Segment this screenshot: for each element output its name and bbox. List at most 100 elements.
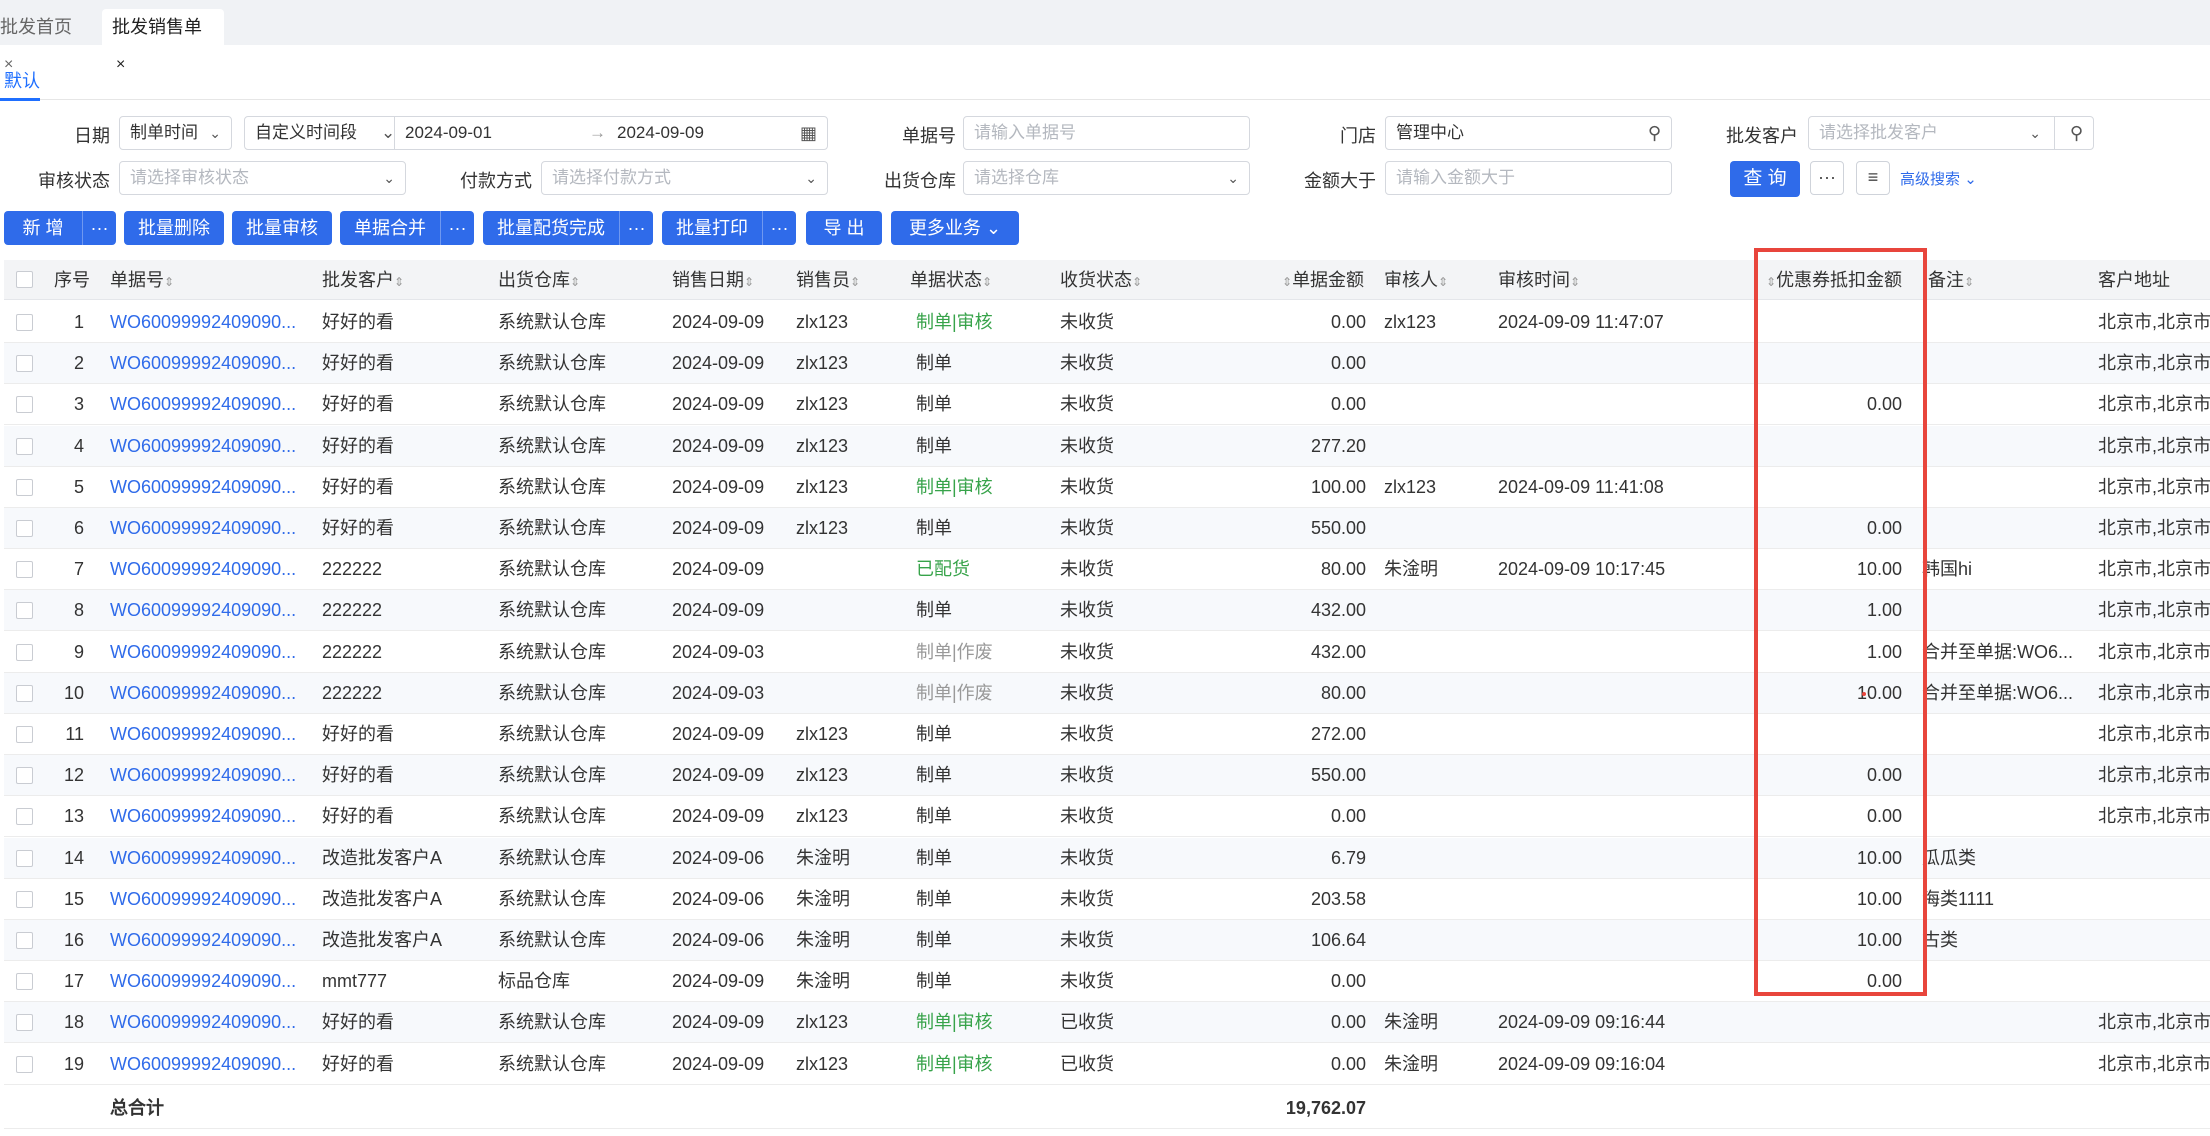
payment-select[interactable]: 请选择付款方式 ⌄ — [541, 161, 828, 195]
cell-order-no[interactable]: WO60099992409090... — [110, 714, 300, 755]
col-order-no[interactable]: 单据号⇕ — [110, 260, 174, 300]
close-icon[interactable]: × — [116, 56, 125, 73]
table-row[interactable]: 15 WO60099992409090... 改造批发客户A 系统默认仓库 2024-0… — [4, 879, 2210, 920]
batch-complete-button[interactable]: 批量配货完成 ··· — [483, 211, 653, 245]
row-checkbox[interactable] — [16, 643, 33, 661]
table-row[interactable]: 14 WO60099992409090... 改造批发客户A 系统默认仓库 2024-0… — [4, 837, 2210, 879]
customer-select[interactable]: 请选择批发客户 ⌄ ⚲ — [1808, 116, 2094, 150]
table-row[interactable]: 12 WO60099992409090... 好好的看 系统默认仓库 2024-09-0… — [4, 755, 2210, 797]
batch-complete-more-button[interactable]: ··· — [619, 211, 653, 245]
row-checkbox[interactable] — [16, 355, 33, 373]
col-customer[interactable]: 批发客户⇕ — [322, 260, 404, 300]
batch-print-more-button[interactable]: ··· — [762, 211, 796, 245]
col-remark[interactable]: 备注⇕ — [1928, 260, 1974, 300]
sort-icon[interactable]: ⇕ — [1964, 275, 1974, 289]
row-checkbox[interactable] — [16, 396, 33, 414]
col-warehouse[interactable]: 出货仓库⇕ — [498, 260, 580, 300]
search-icon[interactable]: ⚲ — [1648, 117, 1661, 149]
col-seller[interactable]: 销售员⇕ — [796, 260, 860, 300]
row-checkbox[interactable] — [16, 808, 33, 826]
table-row[interactable]: 11 WO60099992409090... 好好的看 系统默认仓库 2024-09-0… — [4, 714, 2210, 755]
col-auditor[interactable]: 审核人⇕ — [1384, 260, 1448, 300]
tab-wholesale-order[interactable]: 批发销售单 × — [102, 9, 224, 73]
cell-order-no[interactable]: WO60099992409090... — [110, 467, 300, 508]
merge-button[interactable]: 单据合并 ··· — [340, 211, 474, 245]
store-input[interactable]: 管理中心 ⚲ — [1385, 116, 1672, 150]
query-button[interactable]: 查 询 — [1730, 161, 1800, 197]
row-checkbox[interactable] — [16, 520, 33, 537]
row-checkbox[interactable] — [16, 684, 33, 702]
sort-icon[interactable]: ⇕ — [394, 275, 404, 289]
row-checkbox[interactable] — [16, 561, 33, 579]
audit-status-select[interactable]: 请选择审核状态 ⌄ — [119, 161, 406, 195]
warehouse-select[interactable]: 请选择仓库 ⌄ — [963, 161, 1250, 195]
amount-input[interactable]: 请输入金额大于 — [1385, 161, 1672, 195]
table-row[interactable]: 2 WO60099992409090... 好好的看 系统默认仓库 2024-09-09… — [4, 343, 2210, 385]
more-business-button[interactable]: 更多业务 ⌄ — [891, 211, 1019, 245]
row-checkbox[interactable] — [16, 602, 33, 620]
cell-order-no[interactable]: WO60099992409090... — [110, 302, 300, 343]
row-checkbox[interactable] — [16, 849, 33, 867]
sort-icon[interactable]: ⇕ — [744, 275, 754, 289]
batch-print-button[interactable]: 批量打印 ··· — [662, 211, 796, 245]
cell-order-no[interactable]: WO60099992409090... — [110, 838, 300, 879]
table-row[interactable]: 1 WO60099992409090... 好好的看 系统默认仓库 2024-09-09… — [4, 302, 2210, 343]
row-checkbox[interactable] — [16, 437, 33, 455]
table-row[interactable]: 7 WO60099992409090... 222222 系统默认仓库 2024-09-… — [4, 549, 2210, 591]
cell-order-no[interactable]: WO60099992409090... — [110, 1044, 300, 1085]
table-row[interactable]: 16 WO60099992409090... 改造批发客户A 系统默认仓库 2024-0… — [4, 920, 2210, 961]
sort-icon[interactable]: ⇕ — [1570, 275, 1580, 289]
batch-delete-button[interactable]: 批量删除 — [124, 211, 224, 245]
table-row[interactable]: 9 WO60099992409090... 222222 系统默认仓库 2024-09-… — [4, 632, 2210, 673]
cell-order-no[interactable]: WO60099992409090... — [110, 343, 300, 384]
row-checkbox[interactable] — [16, 767, 33, 785]
sort-icon[interactable]: ⇕ — [982, 275, 992, 289]
sort-icon[interactable]: ⇕ — [164, 275, 174, 289]
order-no-input[interactable]: 请输入单据号 — [963, 116, 1250, 150]
col-coupon[interactable]: ⇕优惠券抵扣金额 — [1766, 260, 1902, 300]
search-icon[interactable]: ⚲ — [2070, 117, 2083, 149]
advanced-search-link[interactable]: 高级搜索 ⌄ — [1900, 168, 1977, 189]
col-sale-date[interactable]: 销售日期⇕ — [672, 260, 754, 300]
row-checkbox[interactable] — [16, 1055, 33, 1073]
cell-order-no[interactable]: WO60099992409090... — [110, 426, 300, 467]
sort-icon[interactable]: ⇕ — [570, 275, 580, 289]
cell-order-no[interactable]: WO60099992409090... — [110, 796, 300, 837]
sort-icon[interactable]: ⇕ — [1282, 275, 1292, 289]
row-checkbox[interactable] — [16, 726, 33, 743]
tab-wholesale-home[interactable]: 批发首页× — [0, 9, 92, 73]
date-to-input[interactable]: 2024-09-09 — [617, 117, 704, 149]
date-range-picker[interactable]: 自定义时间段 ⌄ 2024-09-01 → 2024-09-09 ▦ — [244, 116, 828, 150]
cell-order-no[interactable]: WO60099992409090... — [110, 1002, 300, 1043]
cell-order-no[interactable]: WO60099992409090... — [110, 549, 300, 590]
sort-icon[interactable]: ⇕ — [1132, 275, 1142, 289]
row-checkbox[interactable] — [16, 314, 33, 331]
sort-icon[interactable]: ⇕ — [1438, 275, 1448, 289]
cell-order-no[interactable]: WO60099992409090... — [110, 590, 300, 631]
row-checkbox[interactable] — [16, 973, 33, 991]
cell-order-no[interactable]: WO60099992409090... — [110, 920, 300, 961]
table-row[interactable]: 17 WO60099992409090... mmt777 标品仓库 2024-09-0… — [4, 961, 2210, 1003]
col-status[interactable]: 单据状态⇕ — [910, 260, 992, 300]
table-row[interactable]: 10 WO60099992409090... 222222 系统默认仓库 2024-09… — [4, 672, 2210, 714]
row-checkbox[interactable] — [16, 478, 33, 496]
cell-order-no[interactable]: WO60099992409090... — [110, 508, 300, 549]
table-row[interactable]: 6 WO60099992409090... 好好的看 系统默认仓库 2024-09-09… — [4, 508, 2210, 549]
sort-icon[interactable]: ⇕ — [850, 275, 860, 289]
date-type-select[interactable]: 制单时间 ⌄ — [119, 116, 232, 150]
cell-order-no[interactable]: WO60099992409090... — [110, 755, 300, 796]
more-options-button[interactable]: ··· — [1810, 161, 1844, 195]
merge-more-button[interactable]: ··· — [440, 211, 474, 245]
row-checkbox[interactable] — [16, 932, 33, 949]
table-row[interactable]: 8 WO60099992409090... 222222 系统默认仓库 2024-09-… — [4, 590, 2210, 632]
view-tab-default[interactable]: 默认 — [4, 67, 40, 93]
col-receive[interactable]: 收货状态⇕ — [1060, 260, 1142, 300]
table-row[interactable]: 19 WO60099992409090... 好好的看 系统默认仓库 2024-09-0… — [4, 1044, 2210, 1085]
table-row[interactable]: 4 WO60099992409090... 好好的看 系统默认仓库 2024-09-09… — [4, 425, 2210, 467]
row-checkbox[interactable] — [16, 1014, 33, 1032]
cell-order-no[interactable]: WO60099992409090... — [110, 879, 300, 920]
filter-settings-icon[interactable]: ≡ — [1856, 161, 1890, 195]
table-row[interactable]: 13 WO60099992409090... 好好的看 系统默认仓库 2024-09-0… — [4, 796, 2210, 838]
col-amount[interactable]: ⇕单据金额 — [1282, 260, 1364, 300]
batch-audit-button[interactable]: 批量审核 — [232, 211, 332, 245]
